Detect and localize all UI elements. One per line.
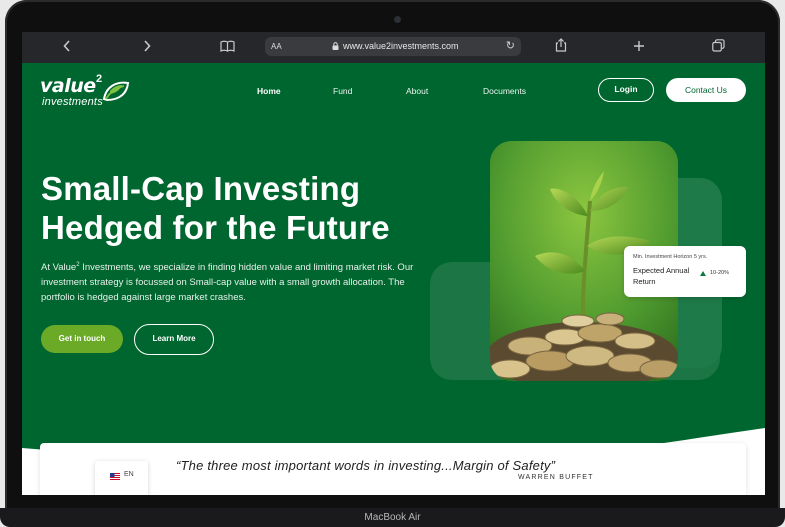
reader-book-icon[interactable] [217, 38, 237, 56]
language-selector[interactable]: EN [95, 461, 148, 495]
expected-return-label: Expected Annual Return [633, 266, 690, 286]
laptop-base: MacBook Air [0, 508, 785, 527]
leaf-icon [102, 81, 130, 102]
nav-about[interactable]: About [406, 86, 428, 96]
browser-toolbar: AA www.value2investments.com ↻ [22, 32, 765, 63]
nav-documents[interactable]: Documents [483, 86, 526, 96]
brand-logo[interactable]: value 2 investments [40, 73, 130, 113]
learn-more-button[interactable]: Learn More [134, 324, 214, 355]
device-label: MacBook Air [364, 512, 421, 523]
desc-body: Investments, we specialize in finding hi… [41, 262, 414, 304]
return-range: 10-20% [710, 270, 729, 276]
hero-description: At Value2 Investments, we specialize in … [41, 258, 421, 305]
lock-icon [332, 42, 339, 50]
hero-title-line-2: Hedged for the Future [41, 209, 390, 246]
hero-title: Small-Cap Investing Hedged for the Futur… [41, 169, 421, 247]
nav-home[interactable]: Home [257, 86, 281, 96]
url-text: www.value2investments.com [343, 41, 459, 51]
address-bar[interactable]: AA www.value2investments.com ↻ [265, 37, 521, 56]
contact-us-button[interactable]: Contact Us [666, 78, 746, 102]
desc-prefix: At Value [41, 262, 77, 274]
quote-text: “The three most important words in inves… [176, 458, 556, 473]
investment-horizon-text: Min. Investment Horizon 5 yrs. [633, 254, 708, 260]
logo-superscript: 2 [96, 73, 103, 85]
screen: AA www.value2investments.com ↻ value 2 i… [22, 32, 765, 495]
nav-fund[interactable]: Fund [333, 86, 352, 96]
quote-author: WARREN BUFFET [518, 474, 594, 481]
hero-title-line-1: Small-Cap Investing [41, 170, 361, 207]
reload-icon[interactable]: ↻ [506, 37, 515, 56]
laptop-frame: AA www.value2investments.com ↻ value 2 i… [0, 0, 785, 527]
back-icon[interactable] [57, 38, 77, 56]
up-arrow-icon [700, 271, 706, 276]
new-tab-plus-icon[interactable] [629, 38, 649, 56]
text-size-button[interactable]: AA [271, 37, 282, 56]
share-icon[interactable] [551, 38, 571, 56]
us-flag-icon [110, 473, 120, 480]
logo-subtitle: investments [42, 96, 103, 108]
logo-wordmark: value [40, 75, 96, 97]
camera-icon [394, 16, 401, 23]
forward-icon[interactable] [137, 38, 157, 56]
quote-card: EN “The three most important words in in… [40, 443, 746, 495]
get-in-touch-button[interactable]: Get in touch [41, 325, 123, 353]
login-button[interactable]: Login [598, 78, 654, 102]
return-stat-card: Min. Investment Horizon 5 yrs. Expected … [624, 246, 746, 297]
tabs-overview-icon[interactable] [708, 38, 728, 56]
website: value 2 investments Home Fund About Docu… [22, 63, 765, 495]
language-label: EN [124, 471, 134, 478]
